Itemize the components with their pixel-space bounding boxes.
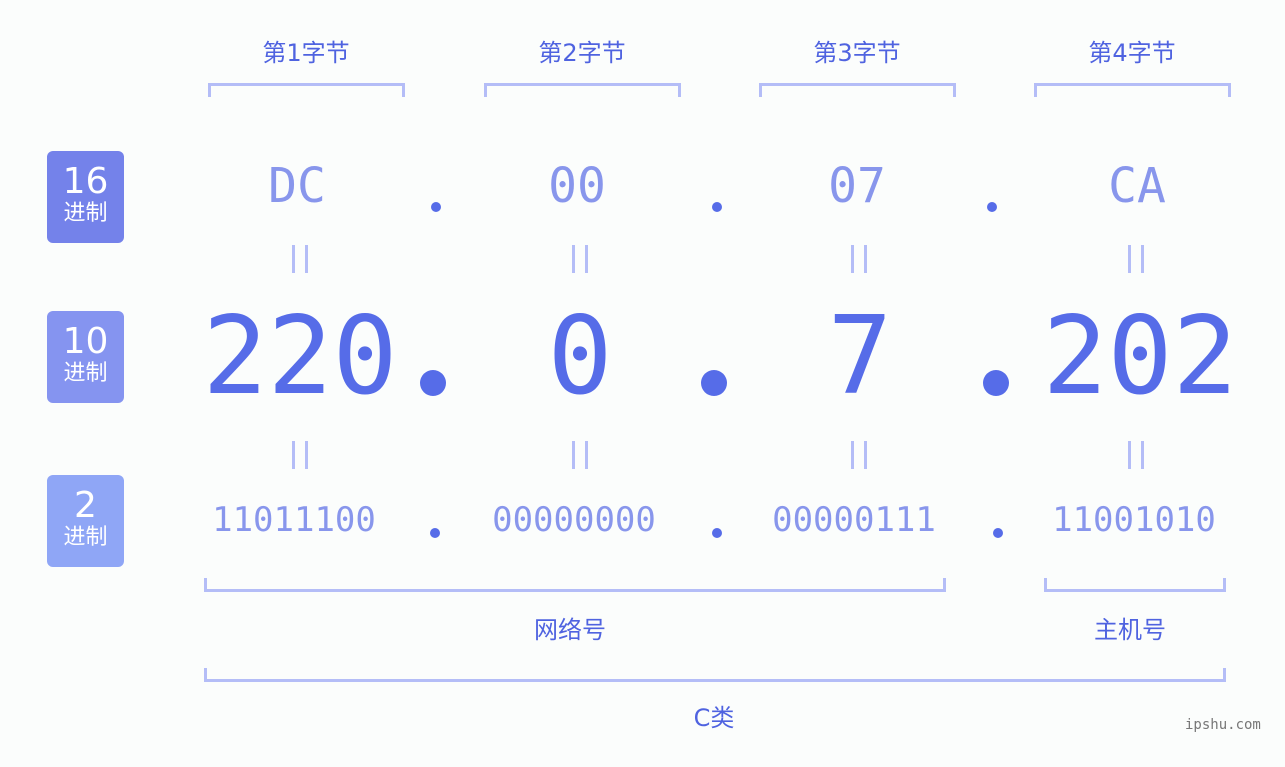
hex-byte-4: CA xyxy=(1108,158,1166,214)
dec-badge-label: 进制 xyxy=(63,361,108,386)
byte-4-title: 第4字节 xyxy=(1088,39,1176,67)
network-label: 网络号 xyxy=(534,616,606,644)
hex-byte-1: DC xyxy=(268,158,326,214)
hex-separator-2 xyxy=(712,202,722,212)
bin-byte-1: 11011100 xyxy=(212,500,376,540)
hex-byte-3: 07 xyxy=(828,158,886,214)
bin-separator-1 xyxy=(430,528,440,538)
dec-badge-number: 10 xyxy=(62,321,109,362)
class-label: C类 xyxy=(693,704,735,732)
dec-byte-1: 220 xyxy=(202,294,398,419)
host-bracket xyxy=(1044,578,1226,592)
byte-1-title: 第1字节 xyxy=(262,39,350,67)
hex-separator-3 xyxy=(987,202,997,212)
byte-1-bracket xyxy=(208,83,405,97)
equals-icon xyxy=(292,441,308,469)
bin-badge-label: 进制 xyxy=(63,525,108,550)
hex-badge-number: 16 xyxy=(62,161,109,202)
equals-icon xyxy=(851,441,867,469)
byte-3-bracket xyxy=(759,83,956,97)
equals-icon xyxy=(1128,245,1144,273)
dec-badge: 10 进制 xyxy=(47,311,124,403)
class-bracket xyxy=(204,668,1226,682)
dec-separator-2 xyxy=(701,370,727,396)
host-label: 主机号 xyxy=(1094,616,1166,644)
dec-byte-3: 7 xyxy=(827,294,893,419)
network-bracket xyxy=(204,578,946,592)
bin-badge: 2 进制 xyxy=(47,475,124,567)
byte-3-title: 第3字节 xyxy=(813,39,901,67)
dec-byte-4: 202 xyxy=(1042,294,1238,419)
equals-icon xyxy=(572,245,588,273)
hex-badge-label: 进制 xyxy=(63,201,108,226)
hex-separator-1 xyxy=(431,202,441,212)
bin-badge-number: 2 xyxy=(74,485,97,526)
equals-icon xyxy=(1128,441,1144,469)
hex-byte-2: 00 xyxy=(548,158,606,214)
bin-byte-2: 00000000 xyxy=(492,500,656,540)
dec-separator-1 xyxy=(420,370,446,396)
bin-byte-3: 00000111 xyxy=(772,500,936,540)
equals-icon xyxy=(851,245,867,273)
dec-byte-2: 0 xyxy=(547,294,613,419)
equals-icon xyxy=(572,441,588,469)
bin-separator-3 xyxy=(993,528,1003,538)
bin-byte-4: 11001010 xyxy=(1052,500,1216,540)
hex-badge: 16 进制 xyxy=(47,151,124,243)
equals-icon xyxy=(292,245,308,273)
byte-2-bracket xyxy=(484,83,681,97)
byte-4-bracket xyxy=(1034,83,1231,97)
byte-2-title: 第2字节 xyxy=(538,39,626,67)
dec-separator-3 xyxy=(983,370,1009,396)
watermark: ipshu.com xyxy=(1185,717,1261,733)
bin-separator-2 xyxy=(712,528,722,538)
